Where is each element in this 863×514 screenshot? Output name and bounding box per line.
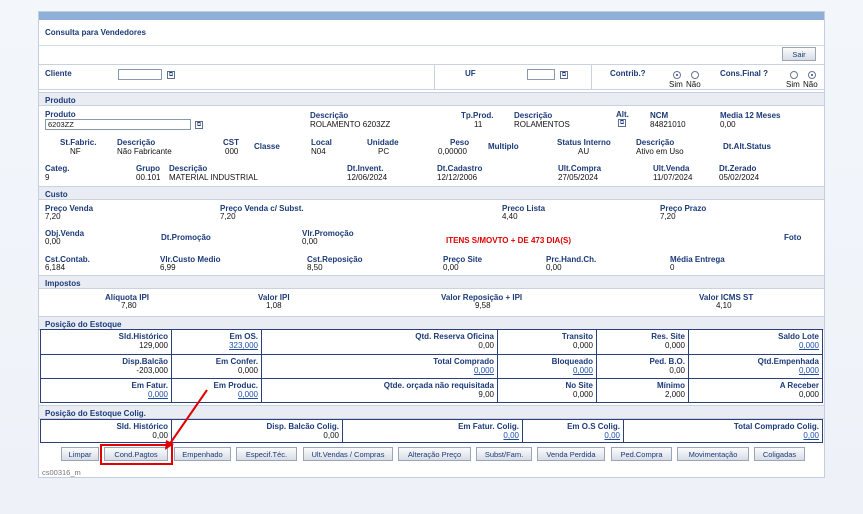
annotation-arrow — [165, 389, 208, 450]
consulta-window: Consulta para Vendedores Sair Cliente ⧉ … — [38, 11, 825, 478]
arrow-line — [168, 389, 208, 446]
arrow-head — [165, 440, 174, 450]
